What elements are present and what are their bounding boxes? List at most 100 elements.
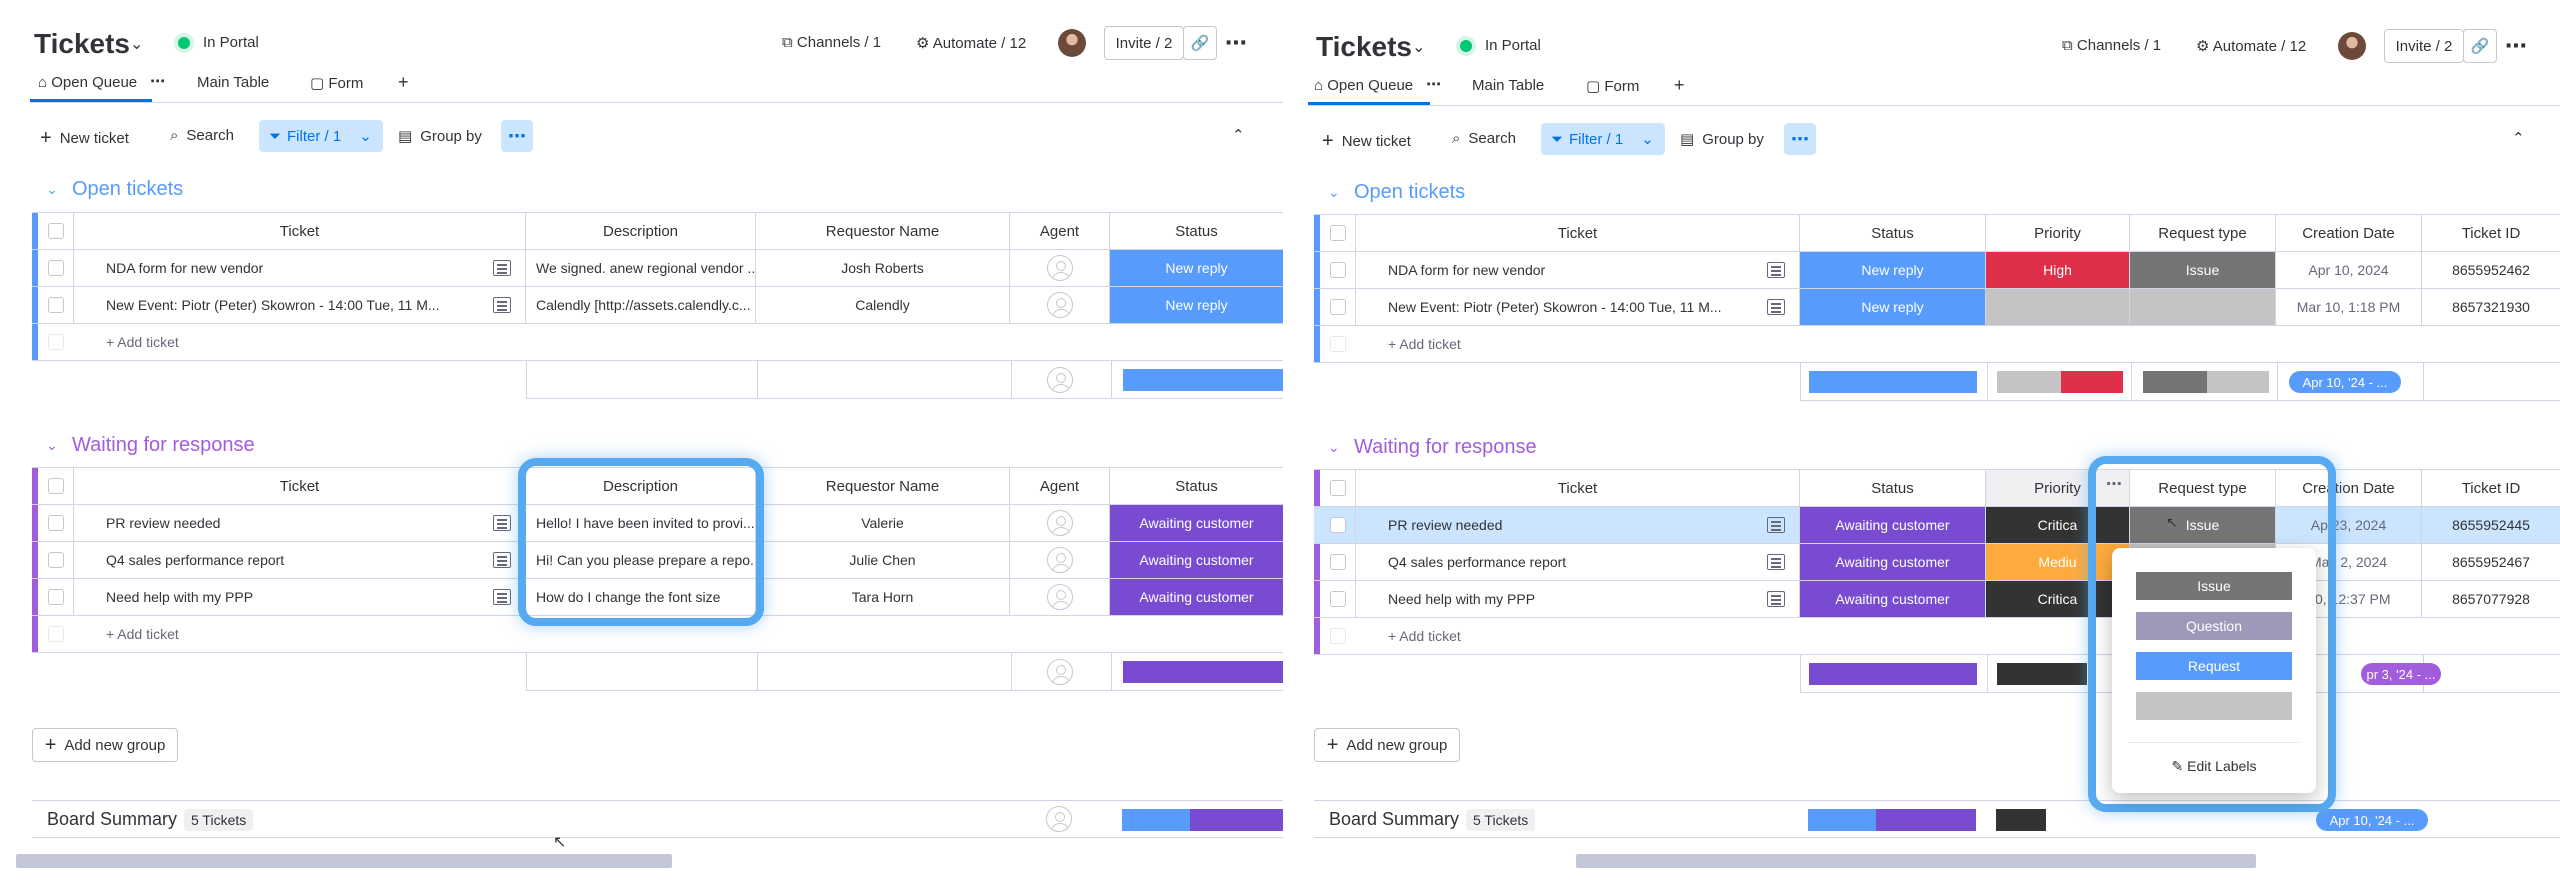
add-ticket-row[interactable]: + Add ticket (1314, 618, 2560, 655)
date-range-summary[interactable]: Apr 10, '24 - ... (2289, 371, 2401, 393)
updates-icon[interactable] (1767, 299, 1785, 315)
description-cell[interactable]: Calendly [http://assets.calendly.c... (526, 287, 756, 323)
select-all-checkbox[interactable] (38, 468, 74, 504)
status-summary-bar[interactable] (1123, 661, 1283, 683)
portal-status[interactable]: In Portal (203, 34, 259, 51)
select-all-checkbox[interactable] (1320, 470, 1356, 506)
ticket-name[interactable]: Q4 sales performance report (1356, 544, 1800, 580)
column-header-ticket-id[interactable]: Ticket ID (2422, 470, 2560, 506)
chevron-down-icon[interactable]: ⌄ (1412, 37, 1425, 57)
description-cell[interactable]: We signed. anew regional vendor ... (526, 250, 756, 286)
table-row[interactable]: Need help with my PPP Awaiting customer … (1314, 581, 2560, 618)
column-header-status[interactable]: Status (1800, 215, 1986, 251)
new-ticket-button[interactable]: + New ticket (40, 127, 129, 150)
ticket-name[interactable]: NDA form for new vendor (74, 250, 526, 286)
column-header-creation-date[interactable]: Creation Date (2276, 215, 2422, 251)
requestor-cell[interactable]: Julie Chen (756, 542, 1010, 578)
invite-button[interactable]: Invite / 2 (1104, 26, 1184, 60)
status-cell[interactable]: Awaiting customer (1800, 544, 1986, 580)
status-cell[interactable]: New reply (1110, 287, 1283, 323)
board-title[interactable]: Tickets (1316, 31, 1412, 63)
option-request[interactable]: Request (2136, 652, 2292, 680)
copy-link-icon[interactable]: 🔗 (1183, 26, 1217, 60)
status-cell[interactable]: Awaiting customer (1110, 505, 1283, 541)
agent-cell[interactable] (1010, 579, 1110, 615)
search-button[interactable]: ⌕ Search (1452, 130, 1516, 147)
filter-button[interactable]: ⏷ Filter / 1 ⌄ (1541, 123, 1665, 155)
group-by-button[interactable]: ▤ Group by (1680, 130, 1764, 149)
channels-button[interactable]: ⧉ Channels / 1 (2062, 37, 2161, 54)
automate-button[interactable]: ⚙ Automate / 12 (916, 34, 1026, 52)
column-header-requestor[interactable]: Requestor Name (756, 213, 1010, 249)
status-cell[interactable]: New reply (1800, 289, 1986, 325)
creation-date-cell[interactable]: Mar 10, 1:18 PM (2276, 289, 2422, 325)
tab-form[interactable]: ▢ Form (1586, 77, 1639, 95)
table-row[interactable]: New Event: Piotr (Peter) Skowron - 14:00… (32, 287, 1283, 324)
chevron-down-icon[interactable]: ⌄ (130, 34, 143, 54)
group-title-waiting[interactable]: Waiting for response (1354, 436, 1537, 459)
add-ticket-button[interactable]: + Add ticket (1378, 618, 1678, 654)
select-all-checkbox[interactable] (38, 213, 74, 249)
ticket-id-cell[interactable]: 8655952462 (2422, 252, 2560, 288)
collapse-chevron-icon[interactable]: ⌃ (1232, 126, 1245, 144)
priority-summary-segment[interactable] (1996, 809, 2046, 831)
column-header-ticket-id[interactable]: Ticket ID (2422, 215, 2560, 251)
column-header-agent[interactable]: Agent (1010, 213, 1110, 249)
group-title-open[interactable]: Open tickets (72, 178, 183, 201)
updates-icon[interactable] (1767, 591, 1785, 607)
row-checkbox[interactable] (1320, 581, 1356, 617)
creation-date-cell[interactable]: Apr 10, 2024 (2276, 252, 2422, 288)
new-ticket-button[interactable]: + New ticket (1322, 130, 1411, 153)
column-options-icon[interactable]: ⋯ (2106, 474, 2122, 494)
requestor-cell[interactable]: Josh Roberts (756, 250, 1010, 286)
group-title-waiting[interactable]: Waiting for response (72, 434, 255, 457)
more-options-icon[interactable]: ⋯ (1225, 30, 1247, 56)
option-empty[interactable] (2136, 692, 2292, 720)
portal-status[interactable]: In Portal (1485, 37, 1541, 54)
search-button[interactable]: ⌕ Search (170, 127, 234, 144)
status-summary-segment[interactable] (1122, 809, 1190, 831)
tab-main-table[interactable]: Main Table (197, 74, 269, 91)
status-cell[interactable]: Awaiting customer (1110, 542, 1283, 578)
updates-icon[interactable] (493, 297, 511, 313)
row-checkbox[interactable] (38, 579, 74, 615)
agent-cell[interactable] (1010, 542, 1110, 578)
requestor-cell[interactable]: Valerie (756, 505, 1010, 541)
option-issue[interactable]: Issue (2136, 572, 2292, 600)
more-actions-button[interactable]: ⋯ (501, 120, 533, 152)
ticket-name[interactable]: New Event: Piotr (Peter) Skowron - 14:00… (74, 287, 526, 323)
request-type-cell[interactable]: Issue (2130, 252, 2276, 288)
invite-button[interactable]: Invite / 2 (2384, 29, 2464, 63)
ticket-name[interactable]: NDA form for new vendor (1356, 252, 1800, 288)
status-cell[interactable]: Awaiting customer (1800, 507, 1986, 543)
priority-cell[interactable] (1986, 289, 2130, 325)
ticket-name[interactable]: Need help with my PPP (1356, 581, 1800, 617)
group-collapse-icon[interactable]: ⌄ (46, 181, 58, 198)
type-summary-segment[interactable] (2207, 371, 2269, 393)
add-view-button[interactable]: + (398, 72, 409, 93)
add-ticket-row[interactable]: + Add ticket (1314, 326, 2560, 363)
select-all-checkbox[interactable] (1320, 215, 1356, 251)
horizontal-scrollbar[interactable] (1576, 854, 2256, 868)
column-header-description[interactable]: Description (526, 213, 756, 249)
group-collapse-icon[interactable]: ⌄ (1328, 184, 1340, 201)
table-row[interactable]: New Event: Piotr (Peter) Skowron - 14:00… (1314, 289, 2560, 326)
agent-cell[interactable] (1010, 250, 1110, 286)
ticket-name[interactable]: PR review needed (1356, 507, 1800, 543)
ticket-name[interactable]: Need help with my PPP (74, 579, 526, 615)
automate-button[interactable]: ⚙ Automate / 12 (2196, 37, 2306, 55)
column-header-ticket[interactable]: Ticket (74, 213, 526, 249)
group-collapse-icon[interactable]: ⌄ (46, 437, 58, 454)
group-title-open[interactable]: Open tickets (1354, 181, 1465, 204)
avatar[interactable] (2338, 32, 2366, 60)
row-checkbox[interactable] (1320, 289, 1356, 325)
tab-options-icon[interactable]: ⋯ (150, 72, 165, 90)
row-checkbox[interactable] (38, 542, 74, 578)
column-header-requestor[interactable]: Requestor Name (756, 468, 1010, 504)
ticket-id-cell[interactable]: 8657077928 (2422, 581, 2560, 617)
tab-open-queue[interactable]: ⌂ Open Queue (1314, 77, 1413, 94)
collapse-chevron-icon[interactable]: ⌃ (2512, 129, 2525, 147)
type-summary-segment[interactable] (2143, 371, 2207, 393)
add-ticket-row[interactable]: + Add ticket (32, 324, 1283, 361)
updates-icon[interactable] (493, 260, 511, 276)
